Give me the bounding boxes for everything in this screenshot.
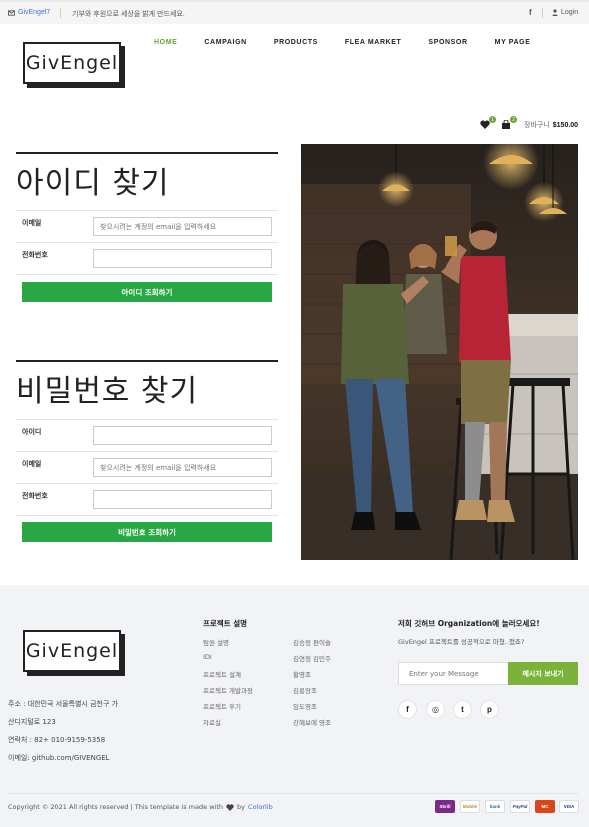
project-link[interactable]: 프로젝트 개발과정 [203,685,253,695]
cart-label: 장바구니 [524,122,550,129]
footer-email: 이메일: github.com/GIVENGEL [8,754,110,762]
section-rule [16,360,278,362]
footer-address-line1: 주소 : 대한민국 서울특별시 금천구 가 [8,700,119,708]
email-link[interactable]: GivEngel7 [8,9,50,16]
instagram-icon[interactable]: ◎ [426,700,445,719]
email-label: 이메일 [22,461,42,468]
project-link[interactable]: 프로젝트 후기 [203,701,241,711]
member-link[interactable]: 황영조 [293,669,311,679]
find-pw-id-input[interactable] [93,426,272,445]
project-heading: 프로젝트 설명 [203,619,248,628]
message-input[interactable] [398,662,509,685]
member-link[interactable]: 강혜보에 영조 [293,717,331,727]
nav-my-page[interactable]: MY PAGE [495,39,531,46]
hero-photo [301,144,578,560]
project-link[interactable]: IDI [203,653,212,661]
send-message-button[interactable]: 메시지 보내기 [508,662,578,685]
divider [542,8,543,18]
cart-count-badge: 2 [510,116,517,123]
find-pw-email-input[interactable] [93,458,272,477]
twitter-icon[interactable]: t [453,700,472,719]
find-id-phone-row: 전화번호 [16,242,278,274]
find-id-email-row: 이메일 [16,210,278,242]
main-nav: HOME CAMPAIGN PRODUCTS FLEA MARKET SPONS… [154,39,557,46]
project-link[interactable]: 자료실 [203,717,221,727]
divider [60,8,61,18]
site-logo[interactable]: GivEngel [23,42,121,84]
nav-flea-market[interactable]: FLEA MARKET [345,39,402,46]
user-icon [552,9,558,16]
email-label: 이메일 [22,220,42,227]
nav-campaign[interactable]: CAMPAIGN [204,39,246,46]
form-divider [16,515,278,516]
member-link[interactable]: 임도영조 [293,701,317,711]
cart-button[interactable]: 2 [501,116,517,130]
cart-summary: 1 2 장바구니 $150.00 [480,116,579,130]
find-id-button[interactable]: 아이디 조회하기 [22,282,272,302]
newsletter-heading: 저희 깃허브 Organization에 놀러오세요! [398,619,540,628]
author-link[interactable]: Colorlib [248,803,273,811]
find-id-email-input[interactable] [93,217,272,236]
slogan-text: 기부와 후원으로 세상을 밝게 만드세요. [72,11,185,18]
shopping-bag-icon [502,119,510,129]
phone-label: 전화번호 [22,252,48,259]
login-text[interactable]: Login [561,9,578,16]
footer-contact: 연락처 : 82+ 010-9159-5358 [8,736,106,744]
phone-label: 전화번호 [22,493,48,500]
find-id-phone-input[interactable] [93,249,272,268]
id-label: 아이디 [22,429,42,436]
visa-icon: VISA [559,800,579,813]
mobile-pay-icon: Mobile [460,800,480,813]
top-bar: GivEngel7 기부와 후원으로 세상을 밝게 만드세요. f Login [0,0,589,24]
login-link[interactable]: Login [552,9,578,16]
project-link[interactable]: 팀원 설명 [203,637,229,647]
member-link[interactable]: 김연정 김민주 [293,653,331,663]
facebook-icon[interactable]: f [529,8,532,17]
heart-icon [226,803,234,811]
find-pw-phone-row: 전화번호 [16,483,278,515]
project-link[interactable]: 프로젝트 설계 [203,669,241,679]
nav-sponsor[interactable]: SPONSOR [428,39,467,46]
nav-products[interactable]: PRODUCTS [274,39,318,46]
pinterest-icon[interactable]: p [480,700,499,719]
find-pw-title: 비밀번호 찾기 [16,374,199,409]
footer-divider [8,793,578,794]
find-pw-email-row: 이메일 [16,451,278,483]
cart-total: $150.00 [552,121,579,129]
member-link[interactable]: 김릉장조 [293,685,317,695]
member-link[interactable]: 김승정 편이슬 [293,637,331,647]
mastercard-icon: MC [535,800,555,813]
wishlist-button[interactable]: 1 [480,116,496,130]
by-text: by [237,803,246,811]
find-pw-id-row: 아이디 [16,419,278,451]
wishlist-count-badge: 1 [489,116,496,123]
email-text[interactable]: GivEngel7 [18,9,50,16]
bank-transfer-icon: bank [485,800,505,813]
form-divider [16,274,278,275]
footer-logo[interactable]: GivEngel [23,630,121,672]
footer-address-line2: 산디지털로 123 [8,718,56,726]
find-pw-button[interactable]: 비밀번호 조회하기 [22,522,272,542]
find-pw-phone-input[interactable] [93,490,272,509]
heart-icon [480,120,490,129]
facebook-icon[interactable]: f [398,700,417,719]
section-rule [16,152,278,154]
skrill-icon: Skrill [435,800,455,813]
find-id-title: 아이디 찾기 [16,166,170,201]
copyright: Copyright © 2021 All rights reserved | T… [8,803,273,811]
newsletter-description: GivEngel 프로젝트를 성공적으로 마쳤..젔죠? [398,638,525,646]
mail-icon [8,9,15,16]
nav-home[interactable]: HOME [154,39,177,46]
paypal-icon: PayPal [510,800,530,813]
copyright-text: Copyright © 2021 All rights reserved | T… [8,803,224,811]
